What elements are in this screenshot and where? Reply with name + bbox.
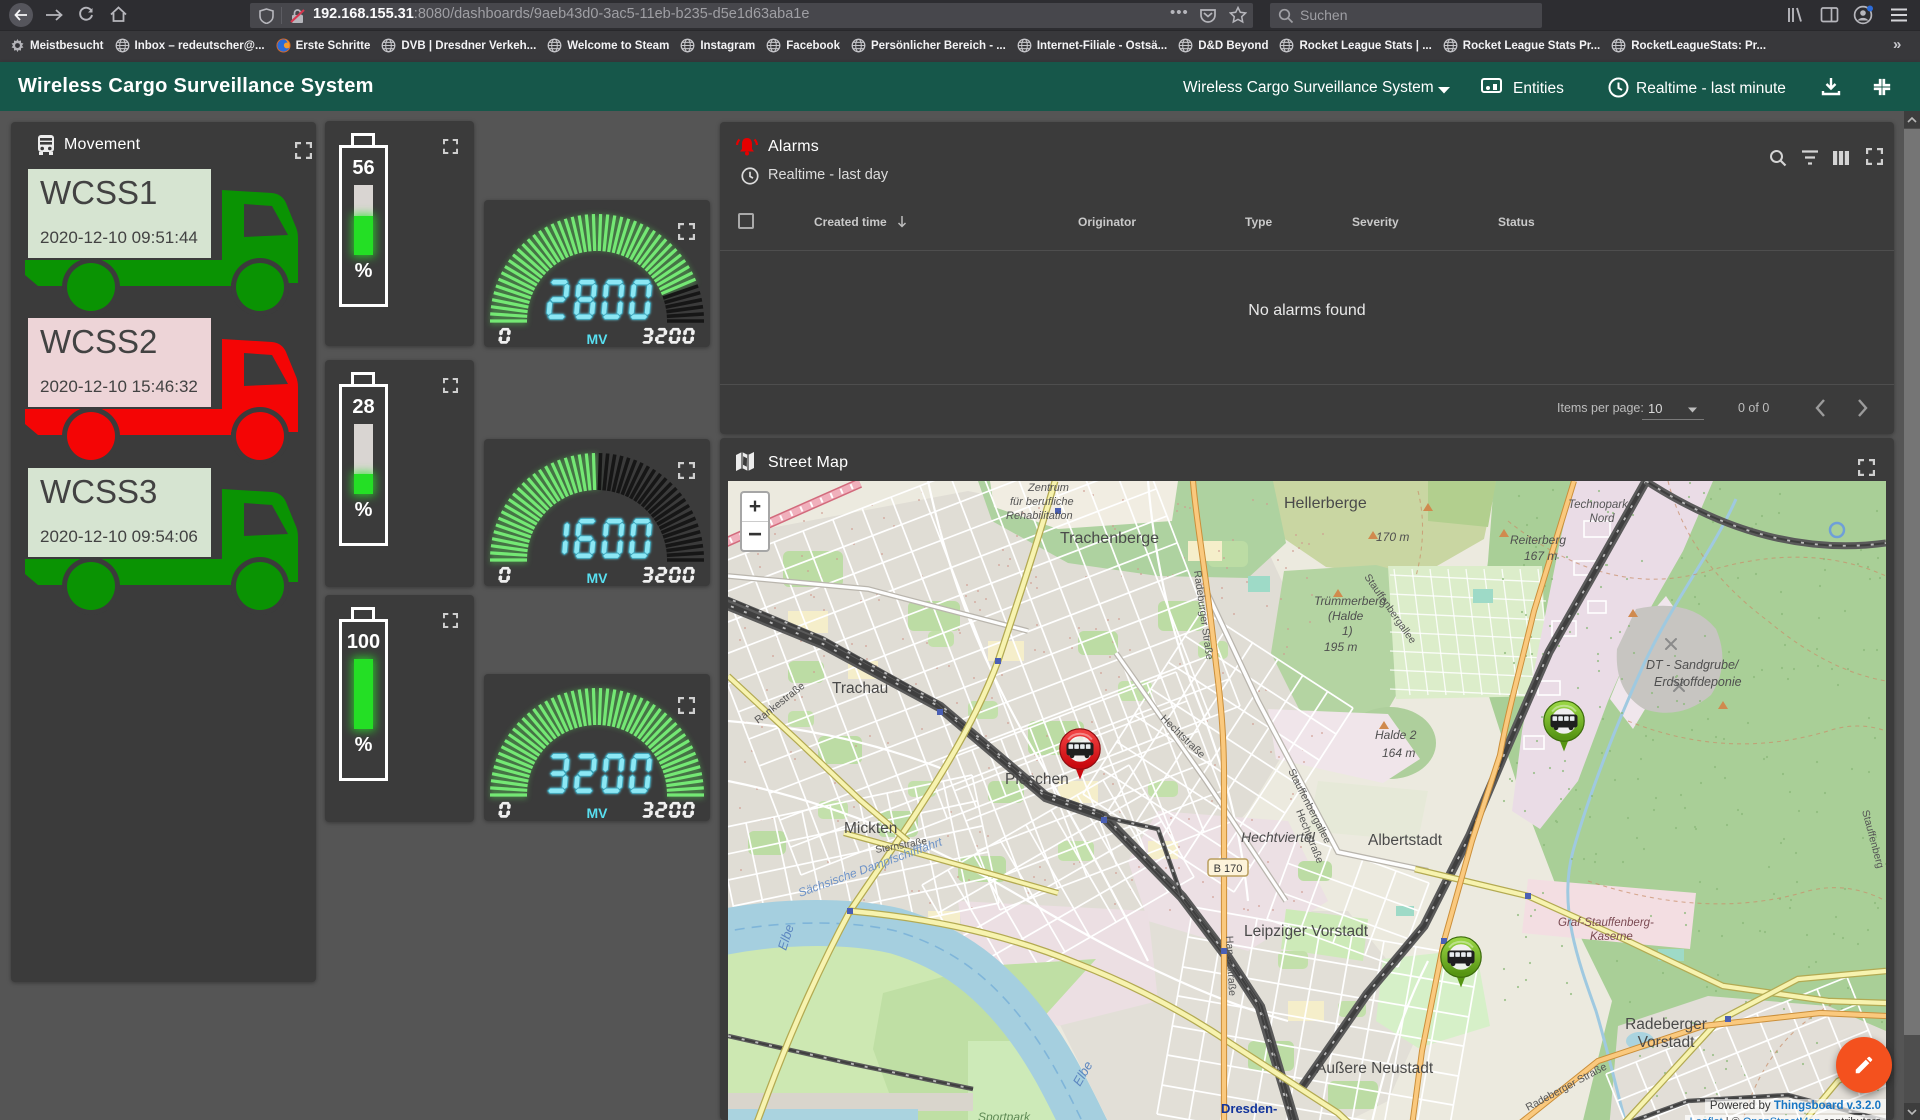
svg-text:Halde 2: Halde 2 [1375,728,1417,742]
svg-text:195 m: 195 m [1324,640,1357,654]
svg-text:für berufliche: für berufliche [1010,496,1074,508]
svg-text:170 m: 170 m [1376,530,1409,544]
svg-text:164 m: 164 m [1382,746,1415,760]
svg-text:Mickten: Mickten [844,820,897,837]
svg-text:Graf-Stauffenberg-: Graf-Stauffenberg- [1558,917,1654,929]
svg-text:Technopark: Technopark [1568,499,1629,511]
svg-text:Nord: Nord [1590,513,1616,525]
svg-text:Rehabilitation: Rehabilitation [1006,510,1073,522]
svg-text:Äußere Neustadt: Äußere Neustadt [1316,1060,1434,1077]
svg-text:MV: MV [587,805,609,821]
svg-text:Zentrum: Zentrum [1027,482,1069,494]
svg-text:Radeberger: Radeberger [1625,1016,1707,1033]
svg-text:Dresden-: Dresden- [1221,1101,1277,1116]
svg-text:Kaserne: Kaserne [1590,931,1633,943]
svg-text:Erdstoffdeponie: Erdstoffdeponie [1654,675,1742,689]
svg-text:Leipziger Vorstadt: Leipziger Vorstadt [1244,923,1369,940]
svg-text:DT - Sandgrube/: DT - Sandgrube/ [1646,658,1740,672]
svg-text:Trachenberge: Trachenberge [1060,530,1159,547]
svg-text:MV: MV [587,331,609,347]
svg-text:Reiterberg: Reiterberg [1510,533,1566,547]
svg-text:167 m: 167 m [1524,549,1557,563]
svg-text:Trachau: Trachau [832,680,888,697]
svg-text:Albertstadt: Albertstadt [1368,832,1443,849]
svg-text:MV: MV [587,570,609,586]
svg-text:1): 1) [1342,624,1353,638]
svg-text:Sportpark: Sportpark [978,1110,1031,1120]
svg-text:Hellerberge: Hellerberge [1284,495,1367,512]
svg-text:B 170: B 170 [1214,863,1243,875]
svg-text:Vorstadt: Vorstadt [1638,1034,1696,1051]
svg-text:(Halde: (Halde [1328,609,1364,623]
